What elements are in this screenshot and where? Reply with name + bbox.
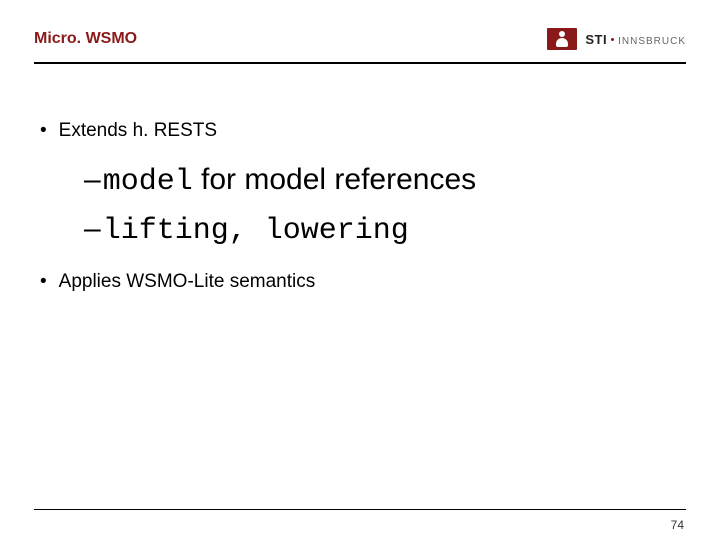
header-row: Micro. WSMO STI INNSBRUCK [0,28,720,50]
sub-bullet-lifting: –lifting, lowering [84,209,680,252]
logo-separator-icon [611,38,614,41]
dash-icon: – [84,212,101,245]
slide: Micro. WSMO STI INNSBRUCK Extends h. RES… [0,0,720,540]
code-model: model [103,165,193,199]
header-divider [34,62,686,64]
slide-title: Micro. WSMO [34,30,137,48]
text-model-rest: for model references [193,163,476,196]
bullet-extends: Extends h. RESTS [40,120,680,142]
logo-mark-icon [547,28,577,50]
logo-innsbruck-label: INNSBRUCK [618,36,686,47]
logo-text: STI INNSBRUCK [585,32,686,47]
code-lifting: lifting, lowering [103,214,409,248]
bullet-applies: Applies WSMO-Lite semantics [40,271,680,293]
footer-divider [34,509,686,510]
logo: STI INNSBRUCK [547,28,686,50]
page-number: 74 [671,518,684,532]
logo-sti-label: STI [585,32,607,47]
dash-icon: – [84,163,101,196]
content-area: Extends h. RESTS –model for model refere… [40,120,680,293]
sub-bullet-model: –model for model references [84,160,680,203]
person-icon [555,31,569,47]
